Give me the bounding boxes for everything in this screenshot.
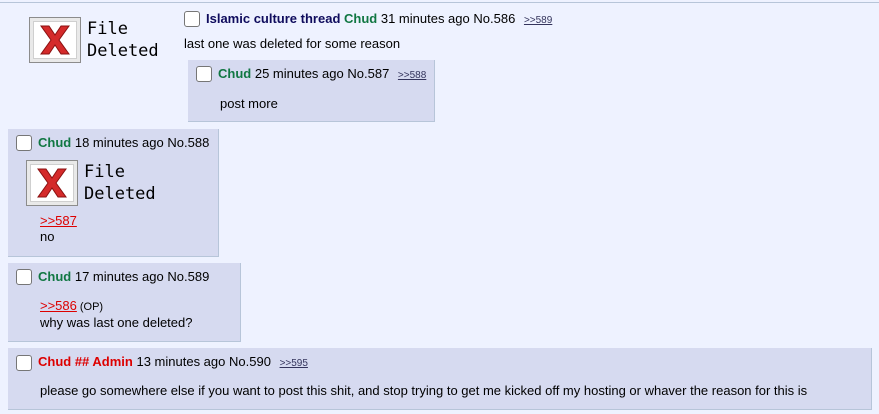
file-deleted-icon	[29, 17, 81, 63]
post-number[interactable]: No.587	[347, 66, 389, 81]
reply-post: Chud 18 minutes ago No.588 File Deleted …	[8, 129, 219, 257]
quote-link[interactable]: >>586	[40, 298, 77, 313]
post-checkbox[interactable]	[16, 135, 32, 151]
post-time: 31 minutes ago	[380, 11, 470, 26]
post-time: 25 minutes ago	[254, 66, 344, 81]
post-subject: Islamic culture thread	[206, 11, 341, 26]
post-header: Chud ## Admin 13 minutes ago No.590 >>59…	[38, 354, 308, 372]
op-message: last one was deleted for some reason	[184, 36, 401, 51]
post-message: no	[40, 229, 55, 244]
post-number[interactable]: No.589	[167, 269, 209, 284]
post-message: post more	[220, 96, 278, 111]
admin-name: Chud ## Admin	[38, 354, 133, 369]
reply-post: Chud 17 minutes ago No.589 >>586 (OP) why…	[8, 263, 241, 342]
file-deleted-label: File Deleted	[87, 19, 159, 61]
quote-link[interactable]: >>587	[40, 213, 77, 228]
poster-name: Chud	[38, 269, 72, 284]
post-time: 18 minutes ago	[74, 135, 164, 150]
post-number[interactable]: No.588	[167, 135, 209, 150]
post-checkbox[interactable]	[16, 355, 32, 371]
reply-file-deleted[interactable]: File Deleted	[26, 160, 156, 206]
post-checkbox[interactable]	[184, 11, 200, 27]
reply-post: Chud ## Admin 13 minutes ago No.590 >>59…	[8, 348, 872, 410]
post-time: 13 minutes ago	[136, 354, 226, 369]
post-message: why was last one deleted?	[40, 315, 193, 330]
backlink[interactable]: >>589	[524, 15, 552, 26]
post-header: Chud 17 minutes ago No.589	[38, 269, 209, 285]
file-deleted-icon	[26, 160, 78, 206]
poster-name: Chud	[344, 11, 378, 26]
post-number[interactable]: No.586	[473, 11, 515, 26]
poster-name: Chud	[218, 66, 252, 81]
post-number[interactable]: No.590	[229, 354, 271, 369]
quote-line: >>587	[40, 213, 77, 229]
quote-line: >>586 (OP)	[40, 298, 103, 315]
backlink[interactable]: >>588	[398, 70, 426, 81]
post-header: Chud 18 minutes ago No.588	[38, 135, 209, 151]
post-time: 17 minutes ago	[74, 269, 164, 284]
op-tag: (OP)	[79, 301, 104, 313]
backlink[interactable]: >>595	[280, 358, 308, 369]
op-header: Islamic culture thread Chud 31 minutes a…	[206, 11, 552, 29]
reply-post: Chud 25 minutes ago No.587 >>588 post mo…	[188, 60, 435, 122]
op-file-deleted[interactable]: File Deleted	[29, 17, 159, 63]
file-deleted-label: File Deleted	[84, 162, 156, 204]
op-post: File Deleted Islamic culture thread Chud…	[0, 0, 879, 125]
post-checkbox[interactable]	[196, 66, 212, 82]
post-checkbox[interactable]	[16, 269, 32, 285]
poster-name: Chud	[38, 135, 72, 150]
post-message: please go somewhere else if you want to …	[40, 383, 808, 398]
post-header: Chud 25 minutes ago No.587 >>588	[218, 66, 426, 84]
